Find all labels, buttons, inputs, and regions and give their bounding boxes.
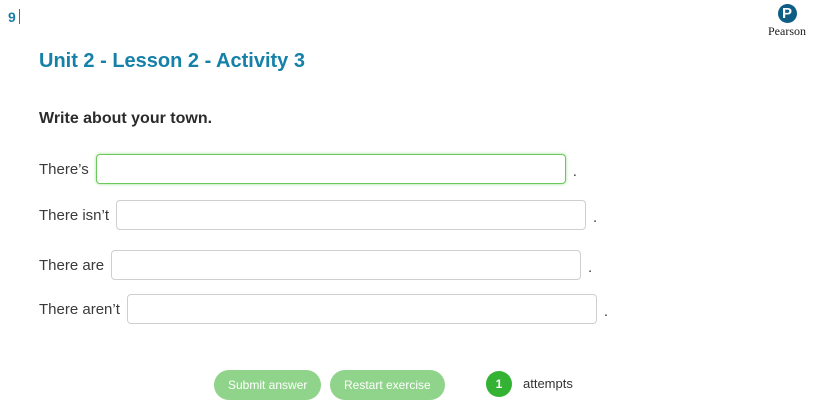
restart-exercise-button[interactable]: Restart exercise: [330, 370, 445, 400]
sentence-end: .: [588, 259, 593, 276]
sentence-row-4: There aren’t .: [39, 294, 608, 324]
attempts-count-badge: 1: [486, 371, 512, 397]
answer-field-2[interactable]: [116, 200, 587, 230]
sentence-row-3: There are .: [39, 250, 592, 280]
answer-field-1[interactable]: [95, 154, 566, 184]
page-number-divider: [18, 9, 20, 24]
pearson-wordmark: Pearson: [768, 24, 806, 38]
sentence-end: .: [603, 303, 609, 320]
sentence-end: .: [593, 209, 598, 226]
activity-title: Unit 2 - Lesson 2 - Activity 3: [39, 50, 305, 72]
submit-answer-button[interactable]: Submit answer: [214, 370, 322, 400]
sentence-row-2: There isn’t .: [39, 200, 597, 230]
sentence-label: There’s: [39, 160, 89, 178]
sentence-label: There isn’t: [39, 206, 110, 224]
sentence-row-1: There’s .: [39, 154, 577, 184]
sentence-label: There are: [39, 256, 105, 274]
pearson-logo-icon: P: [777, 4, 797, 23]
sentence-label: There aren’t: [39, 300, 120, 318]
instruction: Write about your town.: [39, 110, 213, 127]
sentence-end: .: [572, 163, 577, 180]
page-number: 9: [8, 9, 20, 25]
answer-field-3[interactable]: [111, 250, 582, 280]
pearson-logo: P Pearson: [757, 4, 817, 39]
answer-field-4[interactable]: [126, 294, 597, 324]
attempts-label: attempts: [523, 376, 573, 391]
